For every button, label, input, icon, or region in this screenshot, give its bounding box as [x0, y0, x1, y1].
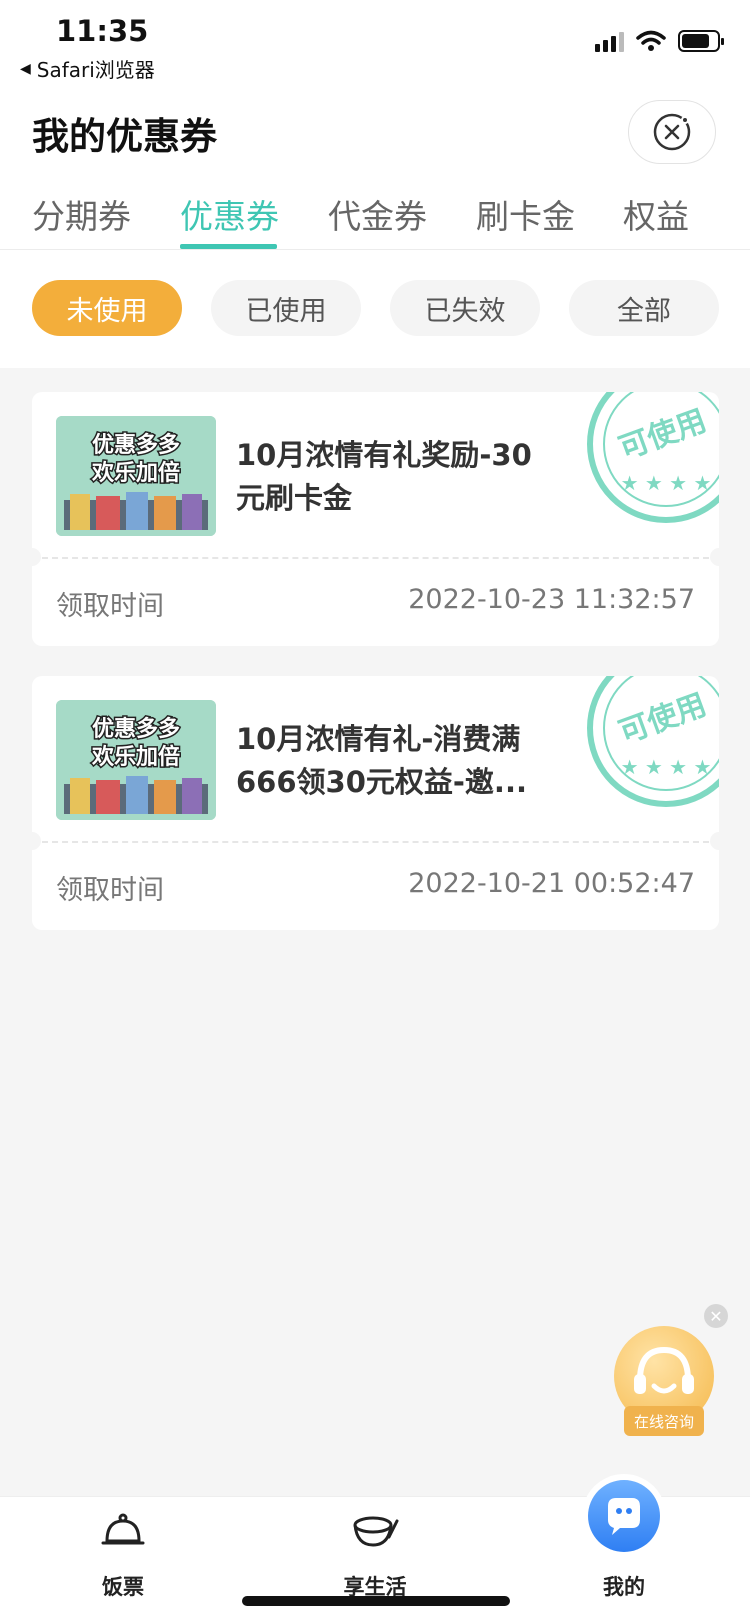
- tab-coupon[interactable]: 优惠券: [180, 190, 279, 238]
- coupon-title: 10月浓情有礼奖励-30元刷卡金: [236, 438, 532, 515]
- status-time: 11:35: [56, 14, 149, 48]
- nav-label: 我的: [603, 1575, 645, 1599]
- back-triangle-icon: ◀: [20, 60, 31, 77]
- thumb-text-line2: 欢乐加倍: [91, 460, 180, 486]
- status-icons: [595, 30, 724, 52]
- received-time-label: 领取时间: [56, 875, 164, 906]
- svg-text:★ ★ ★ ★: ★ ★ ★ ★: [621, 755, 712, 779]
- home-indicator: [242, 1596, 510, 1606]
- received-time-label: 领取时间: [56, 591, 164, 622]
- tab-card-cashback[interactable]: 刷卡金: [476, 190, 575, 238]
- mine-bubble[interactable]: [588, 1480, 660, 1552]
- card-notch-left: [32, 548, 41, 566]
- active-tab-indicator: [180, 244, 277, 249]
- card-notch-left: [32, 832, 41, 850]
- signal-icon: [595, 30, 624, 52]
- filter-all[interactable]: 全部: [569, 280, 719, 336]
- battery-icon: [678, 30, 724, 52]
- coupon-card[interactable]: 优惠多多 欢乐加倍 10月浓情有礼奖励-30元刷卡金 可使用 ★ ★ ★ ★ 领…: [32, 392, 719, 646]
- thumb-text-line1: 优惠多多: [92, 716, 180, 742]
- received-time-value: 2022-10-21 00:52:47: [408, 868, 695, 899]
- available-stamp-icon: 可使用 ★ ★ ★ ★: [587, 392, 719, 523]
- close-circle-icon: [653, 113, 691, 151]
- card-notch-right: [710, 548, 719, 566]
- card-divider: [32, 841, 719, 843]
- filter-used[interactable]: 已使用: [211, 280, 361, 336]
- available-stamp-icon: 可使用 ★ ★ ★ ★: [587, 676, 719, 807]
- received-time-value: 2022-10-23 11:32:57: [408, 584, 695, 615]
- tab-voucher[interactable]: 代金券: [328, 190, 427, 238]
- consult-label: 在线咨询: [624, 1406, 704, 1436]
- coupon-thumbnail: 优惠多多 欢乐加倍: [56, 700, 216, 820]
- online-consult-button[interactable]: 在线咨询: [614, 1326, 714, 1436]
- nav-item-meal-ticket[interactable]: 饭票: [48, 1497, 198, 1607]
- chat-face-icon: [608, 1498, 640, 1535]
- close-mini-program-button[interactable]: [628, 100, 716, 164]
- coupon-thumbnail: 优惠多多 欢乐加倍: [56, 416, 216, 536]
- thumb-text-line2: 欢乐加倍: [91, 744, 180, 770]
- page-title: 我的优惠券: [32, 115, 217, 158]
- filter-unused[interactable]: 未使用: [32, 280, 182, 336]
- cloche-icon: [101, 1513, 145, 1545]
- card-divider: [32, 557, 719, 559]
- filter-expired[interactable]: 已失效: [390, 280, 540, 336]
- nav-item-enjoy-life[interactable]: 享生活: [300, 1497, 450, 1607]
- coupon-type-tabs: 分期券 优惠券 代金券 刷卡金 权益: [0, 190, 750, 250]
- stamp-text: 可使用: [614, 403, 711, 467]
- svg-text:★ ★ ★ ★: ★ ★ ★ ★: [621, 471, 712, 495]
- tab-installment[interactable]: 分期券: [32, 190, 131, 238]
- tab-benefits[interactable]: 权益: [623, 190, 689, 238]
- back-label: Safari浏览器: [36, 58, 155, 82]
- card-notch-right: [710, 832, 719, 850]
- back-to-safari-link[interactable]: ◀ Safari浏览器: [20, 54, 155, 83]
- coupon-title: 10月浓情有礼-消费满666领30元权益-邀...: [236, 722, 527, 799]
- bowl-icon: [353, 1516, 399, 1547]
- close-consult-button[interactable]: ✕: [704, 1304, 728, 1328]
- stamp-text: 可使用: [614, 687, 711, 751]
- wifi-icon: [636, 30, 666, 51]
- coupon-card[interactable]: 优惠多多 欢乐加倍 10月浓情有礼-消费满666领30元权益-邀... 可使用 …: [32, 676, 719, 930]
- thumb-text-line1: 优惠多多: [92, 432, 180, 458]
- nav-label: 饭票: [102, 1575, 144, 1599]
